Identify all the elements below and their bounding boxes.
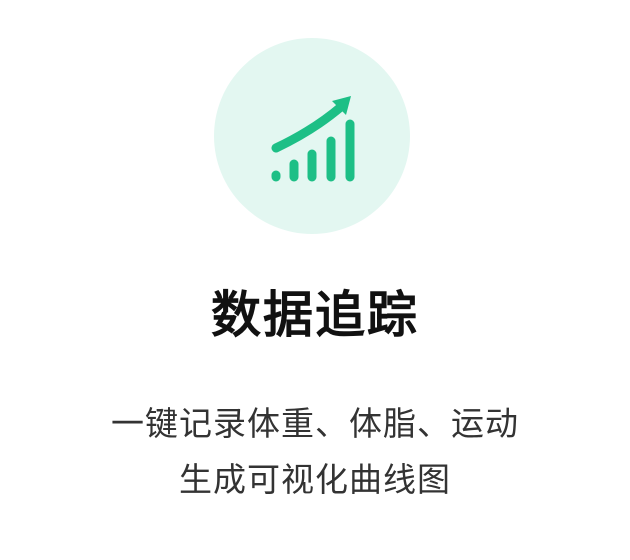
- feature-card: 数据追踪 一键记录体重、体脂、运动 生成可视化曲线图: [0, 0, 630, 560]
- description-line-1: 一键记录体重、体脂、运动: [111, 404, 519, 443]
- description-line-2: 生成可视化曲线图: [179, 460, 451, 499]
- icon-badge: [214, 38, 410, 234]
- feature-title: 数据追踪: [211, 286, 419, 344]
- trend-up-chart-icon: [271, 96, 355, 182]
- feature-description: 一键记录体重、体脂、运动 生成可视化曲线图: [0, 396, 630, 508]
